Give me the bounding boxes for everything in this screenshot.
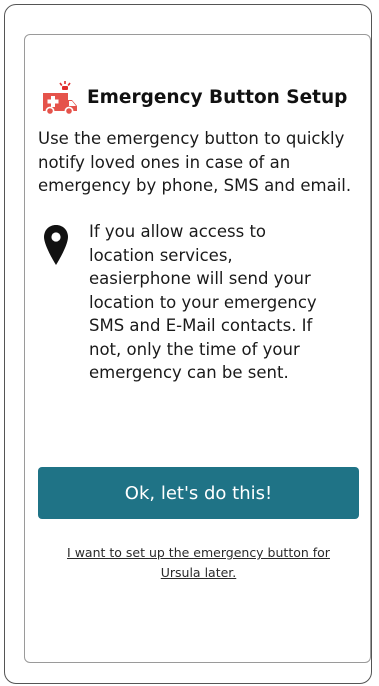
intro-text: Use the emergency button to quickly noti…	[38, 129, 352, 195]
page-title: Emergency Button Setup	[87, 86, 348, 108]
location-pin-icon	[44, 225, 68, 265]
setup-card: Emergency Button Setup Use the emergency…	[24, 34, 371, 663]
card-header: Emergency Button Setup	[40, 79, 347, 115]
confirm-button[interactable]: Ok, let's do this!	[38, 467, 359, 519]
setup-later-link[interactable]: I want to set up the emergency button fo…	[65, 543, 332, 583]
location-info-text: If you allow access to location services…	[89, 222, 317, 382]
location-info: If you allow access to location services…	[43, 220, 329, 385]
ambulance-icon	[43, 81, 77, 115]
